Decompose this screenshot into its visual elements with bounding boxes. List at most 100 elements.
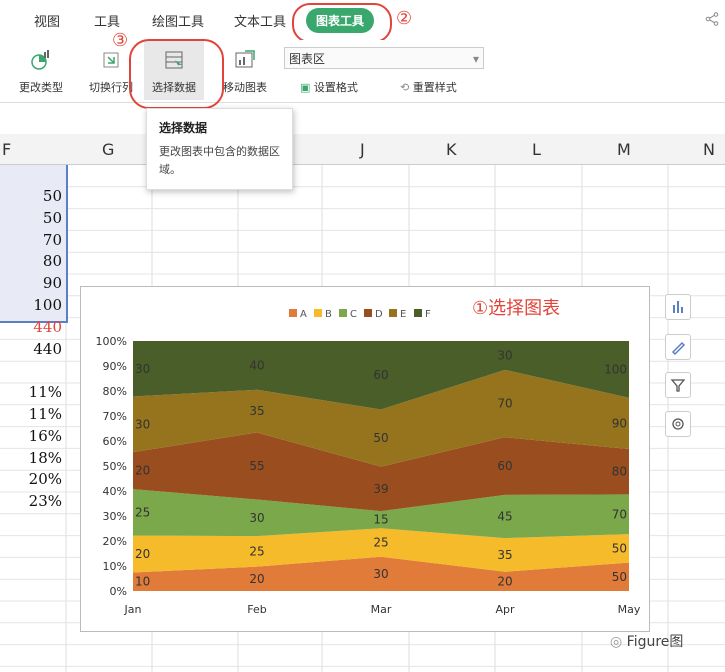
tab-tools[interactable]: 工具: [94, 11, 120, 30]
data-label: 39: [373, 482, 388, 496]
chart-type-icon: [31, 50, 49, 70]
col-header-m[interactable]: M: [617, 140, 631, 159]
format-icon: ▣: [300, 81, 311, 94]
legend-swatch-B: [314, 309, 322, 317]
watermark: ◎ Figure图: [610, 631, 683, 651]
cell-f-15[interactable]: 23%: [29, 492, 62, 510]
y-tick-label: 10%: [103, 560, 127, 573]
legend-label-E: E: [400, 309, 406, 320]
share-icon[interactable]: [705, 12, 719, 26]
tab-view[interactable]: 视图: [34, 11, 60, 30]
data-label: 30: [497, 348, 512, 362]
stacked-area-chart[interactable]: 0% 10% 20% 30% 40% 50% 60% 70% 80% 90% 100% 10 20 30 2…: [81, 287, 649, 631]
cell-f-6[interactable]: 100: [33, 296, 62, 314]
x-tick-label: Apr: [495, 603, 515, 616]
chart-settings-icon[interactable]: [665, 411, 691, 437]
cell-f-2[interactable]: 50: [43, 209, 62, 227]
data-label: 20: [497, 574, 512, 588]
col-header-k[interactable]: K: [446, 140, 457, 159]
data-label: 100: [604, 362, 627, 376]
y-tick-label: 40%: [103, 485, 127, 498]
chart-style-icon[interactable]: [665, 334, 691, 360]
col-header-g[interactable]: G: [102, 140, 114, 159]
chart-area[interactable]: 0% 10% 20% 30% 40% 50% 60% 70% 80% 90% 100% 10 20 30 2…: [80, 286, 650, 632]
chart-element-dropdown[interactable]: 图表区 ▾: [284, 47, 484, 69]
tooltip-title: 选择数据: [159, 121, 208, 135]
cell-f-14[interactable]: 20%: [29, 470, 62, 488]
cell-f-11[interactable]: 11%: [29, 405, 62, 423]
reset-style-button[interactable]: ⟲ 重置样式: [400, 79, 457, 95]
tab-drawing-tools[interactable]: 绘图工具: [152, 11, 204, 30]
cell-f-7[interactable]: 440: [33, 318, 62, 336]
reset-style-label: 重置样式: [412, 81, 457, 94]
y-tick-label: 30%: [103, 510, 127, 523]
legend-label-C: C: [350, 309, 357, 320]
change-type-button[interactable]: 更改类型: [14, 40, 68, 95]
data-label: 55: [249, 459, 264, 473]
column-header-row: F G H I J K L M N: [0, 134, 725, 165]
x-tick-label: Mar: [371, 603, 392, 616]
legend-label-A: A: [300, 309, 307, 320]
data-label: 35: [497, 548, 512, 562]
callout-circle-chart-tools: [292, 3, 392, 43]
data-label: 45: [497, 509, 512, 523]
y-tick-label: 70%: [103, 410, 127, 423]
cell-f-12[interactable]: 16%: [29, 427, 62, 445]
data-label: 30: [249, 511, 264, 525]
legend-swatch-C: [339, 309, 347, 317]
y-tick-label: 60%: [103, 435, 127, 448]
data-label: 15: [373, 513, 388, 527]
legend-swatch-F: [414, 309, 422, 317]
watermark-text: Figure图: [626, 634, 684, 650]
callout-select-chart: ①选择图表: [472, 298, 561, 319]
data-label: 25: [249, 544, 264, 558]
data-label: 35: [249, 404, 264, 418]
legend-swatch-E: [389, 309, 397, 317]
data-label: 60: [373, 368, 388, 382]
legend-swatch-D: [364, 309, 372, 317]
x-tick-label: Feb: [247, 603, 266, 616]
data-label: 90: [612, 416, 627, 430]
move-chart-button[interactable]: 移动图表: [218, 40, 272, 95]
legend-label-D: D: [375, 309, 383, 320]
cell-f-4[interactable]: 80: [43, 252, 62, 270]
data-label: 40: [249, 358, 264, 372]
col-header-n[interactable]: N: [703, 140, 715, 159]
chart-elements-icon[interactable]: [665, 294, 691, 320]
data-label: 50: [612, 570, 627, 584]
data-label: 10: [135, 575, 150, 589]
legend-label-B: B: [325, 309, 332, 320]
cell-f-1[interactable]: 50: [43, 187, 62, 205]
set-format-label: 设置格式: [313, 81, 358, 94]
y-tick-label: 20%: [103, 535, 127, 548]
cell-f-3[interactable]: 70: [43, 231, 62, 249]
set-format-button[interactable]: ▣ 设置格式: [300, 79, 358, 95]
cell-f-8[interactable]: 440: [33, 340, 62, 358]
y-tick-label: 90%: [103, 360, 127, 373]
legend-label-F: F: [425, 309, 431, 320]
x-tick-label: Jan: [124, 603, 142, 616]
y-tick-label: 50%: [103, 460, 127, 473]
move-chart-icon: [235, 50, 255, 68]
data-label: 30: [373, 567, 388, 581]
column-f-values: 50 50 70 80 90 100 440 440 11% 11% 16% 18% 20% 23%: [0, 165, 64, 672]
wechat-icon: ◎: [610, 634, 623, 650]
col-header-j[interactable]: J: [360, 140, 365, 159]
callout-number-3: ③: [112, 30, 129, 51]
y-tick-label: 80%: [103, 385, 127, 398]
data-label: 25: [135, 505, 150, 519]
data-label: 50: [612, 541, 627, 555]
chart-filter-icon[interactable]: [665, 372, 691, 398]
tab-text-tools[interactable]: 文本工具: [234, 11, 286, 30]
move-chart-label: 移动图表: [223, 81, 267, 94]
col-header-l[interactable]: L: [532, 140, 541, 159]
data-label: 20: [135, 547, 150, 561]
tooltip-body: 更改图表中包含的数据区域。: [159, 145, 280, 176]
data-label: 20: [135, 464, 150, 478]
cell-f-10[interactable]: 11%: [29, 383, 62, 401]
reset-icon: ⟲: [400, 81, 410, 94]
cell-f-13[interactable]: 18%: [29, 449, 62, 467]
col-header-f[interactable]: F: [2, 140, 11, 159]
dropdown-value: 图表区: [289, 52, 326, 66]
cell-f-5[interactable]: 90: [43, 274, 62, 292]
